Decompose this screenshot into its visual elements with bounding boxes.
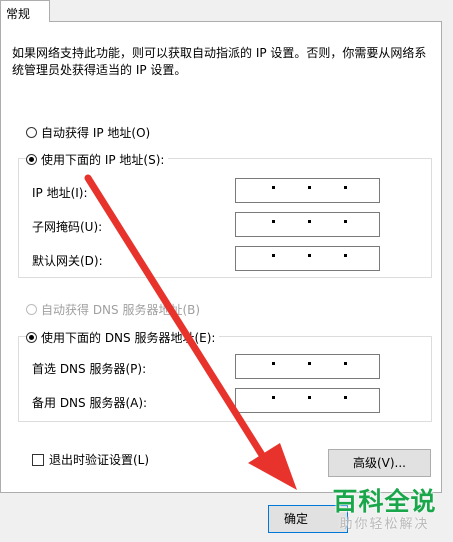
watermark-subtitle: 助你轻松解决 <box>339 517 430 532</box>
auto-ip-radio-circle[interactable] <box>26 127 37 138</box>
default-gateway-label: 默认网关(D): <box>32 254 103 268</box>
validate-label: 退出时验证设置(L) <box>49 453 150 467</box>
auto-dns-radio[interactable]: 自动获得 DNS 服务器地址(B) <box>26 301 205 318</box>
ip-address-input[interactable] <box>235 178 380 203</box>
auto-dns-label: 自动获得 DNS 服务器地址(B) <box>41 303 201 317</box>
subnet-mask-input[interactable] <box>235 212 380 237</box>
manual-ip-label: 使用下面的 IP 地址(S): <box>41 153 165 167</box>
tab-general[interactable]: 常规 <box>0 0 50 22</box>
ip-address-label: IP 地址(I): <box>32 186 88 200</box>
alternate-dns-label: 备用 DNS 服务器(A): <box>32 396 148 410</box>
ok-button-label: 确定 <box>283 512 308 526</box>
auto-dns-radio-circle[interactable] <box>26 304 37 315</box>
preferred-dns-input[interactable] <box>235 354 380 379</box>
tab-general-label: 常规 <box>6 7 31 21</box>
default-gateway-input[interactable] <box>235 246 380 271</box>
manual-ip-radio[interactable]: 使用下面的 IP 地址(S): <box>26 151 169 168</box>
alternate-dns-input[interactable] <box>235 388 380 413</box>
validate-checkbox[interactable] <box>32 453 44 466</box>
validate-checkbox-row[interactable]: 退出时验证设置(L) <box>32 451 149 468</box>
description-text: 如果网络支持此功能，则可以获取自动指派的 IP 设置。否则，你需要从网络系统管理… <box>12 46 427 77</box>
watermark-logo: 百科全说 助你轻松解决 <box>322 480 453 542</box>
preferred-dns-label: 首选 DNS 服务器(P): <box>32 362 147 376</box>
manual-dns-radio-circle[interactable] <box>26 332 37 343</box>
auto-ip-radio[interactable]: 自动获得 IP 地址(O) <box>26 124 155 141</box>
subnet-mask-label: 子网掩码(U): <box>32 220 103 234</box>
manual-dns-label: 使用下面的 DNS 服务器地址(E): <box>41 331 216 345</box>
advanced-button[interactable]: 高级(V)... <box>328 449 431 477</box>
manual-dns-radio[interactable]: 使用下面的 DNS 服务器地址(E): <box>26 329 220 346</box>
manual-ip-radio-circle[interactable] <box>26 154 37 165</box>
auto-ip-label: 自动获得 IP 地址(O) <box>41 126 151 140</box>
